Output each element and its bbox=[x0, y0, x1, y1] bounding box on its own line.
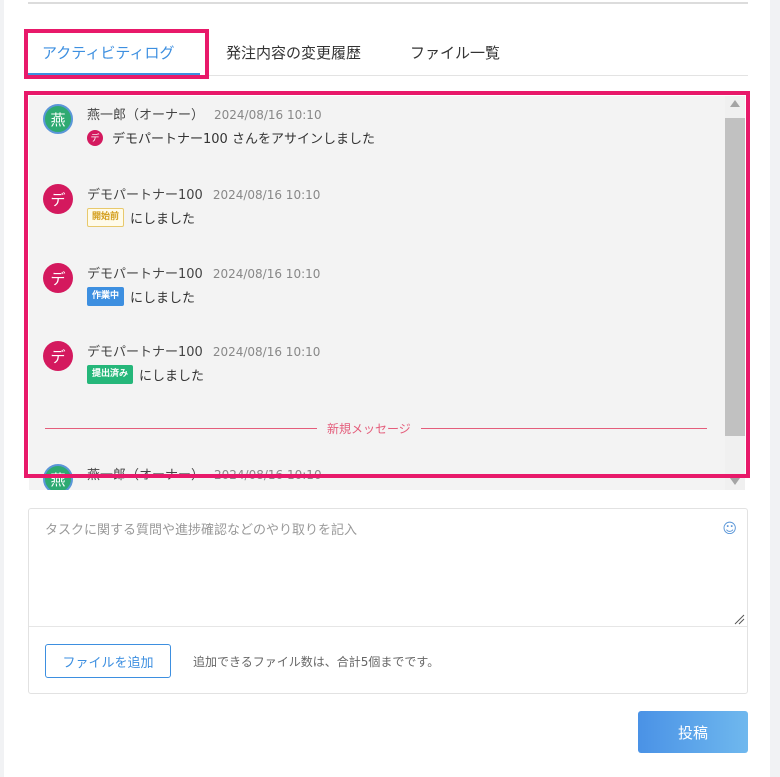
entry-meta: 燕一郎（オーナー） 2024/08/16 10:10 bbox=[87, 464, 322, 483]
tab-activity-log[interactable]: アクティビティログ bbox=[42, 42, 174, 63]
entry-message-text: にしました bbox=[130, 212, 196, 227]
entry-message-text: にしました bbox=[130, 291, 196, 306]
entry-time: 2024/08/16 10:10 bbox=[212, 345, 321, 359]
activity-log[interactable]: 燕 燕一郎（オーナー） 2024/08/16 10:10 デ デモパートナー100… bbox=[29, 96, 745, 490]
entry-author: デモパートナー100 bbox=[87, 267, 203, 282]
tab-bar: アクティビティログ 発注内容の変更履歴 ファイル一覧 bbox=[28, 36, 748, 76]
active-tab-indicator bbox=[28, 73, 200, 76]
entry-message: 提出済み にしました bbox=[87, 365, 204, 384]
avatar: デ bbox=[43, 263, 73, 293]
log-scrollbar[interactable] bbox=[725, 96, 745, 490]
entry-message: デ デモパートナー100 さんをアサインしました bbox=[87, 128, 375, 147]
mini-avatar: デ bbox=[87, 129, 103, 146]
entry-time: 2024/08/16 10:10 bbox=[214, 108, 322, 122]
entry-author: 燕一郎（オーナー） bbox=[87, 468, 205, 483]
avatar: デ bbox=[43, 184, 73, 214]
entry-message-text: デモパートナー100 さんをアサインしました bbox=[112, 132, 375, 147]
entry-message: 開始前 にしました bbox=[87, 208, 195, 227]
entry-author: 燕一郎（オーナー） bbox=[87, 108, 205, 123]
tab-file-list[interactable]: ファイル一覧 bbox=[410, 42, 500, 63]
status-badge: 開始前 bbox=[87, 208, 125, 227]
new-message-label: 新規メッセージ bbox=[317, 420, 421, 437]
entry-meta: デモパートナー100 2024/08/16 10:10 bbox=[87, 341, 320, 360]
avatar: 燕 bbox=[43, 104, 73, 134]
entry-time: 2024/08/16 10:10 bbox=[212, 267, 321, 281]
message-input[interactable] bbox=[29, 509, 747, 627]
entry-author: デモパートナー100 bbox=[87, 345, 203, 360]
resize-grip-icon[interactable] bbox=[733, 613, 745, 625]
message-composer: ☺ ファイルを追加 追加できるファイル数は、合計5個までです。 bbox=[28, 508, 748, 694]
post-button[interactable]: 投稿 bbox=[638, 711, 748, 753]
avatar: 燕 bbox=[43, 464, 73, 490]
smiley-icon[interactable]: ☺ bbox=[722, 521, 737, 537]
entry-meta: デモパートナー100 2024/08/16 10:10 bbox=[87, 184, 320, 203]
entry-time: 2024/08/16 10:10 bbox=[214, 468, 322, 482]
status-badge: 作業中 bbox=[87, 287, 125, 306]
scroll-up-arrow-icon[interactable] bbox=[730, 100, 740, 107]
entry-author: デモパートナー100 bbox=[87, 188, 203, 203]
scroll-down-arrow-icon[interactable] bbox=[730, 478, 740, 485]
entry-meta: デモパートナー100 2024/08/16 10:10 bbox=[87, 263, 320, 282]
entry-message-text: にしました bbox=[139, 369, 205, 384]
tab-order-change-history[interactable]: 発注内容の変更履歴 bbox=[226, 42, 361, 63]
entry-message: 作業中 にしました bbox=[87, 287, 195, 306]
file-limit-note: 追加できるファイル数は、合計5個までです。 bbox=[193, 655, 440, 669]
status-badge: 提出済み bbox=[87, 365, 134, 384]
entry-meta: 燕一郎（オーナー） 2024/08/16 10:10 bbox=[87, 104, 322, 123]
top-rule bbox=[28, 2, 748, 4]
entry-time: 2024/08/16 10:10 bbox=[212, 188, 321, 202]
scroll-thumb[interactable] bbox=[725, 118, 745, 436]
add-file-button[interactable]: ファイルを追加 bbox=[45, 644, 171, 678]
avatar: デ bbox=[43, 341, 73, 371]
